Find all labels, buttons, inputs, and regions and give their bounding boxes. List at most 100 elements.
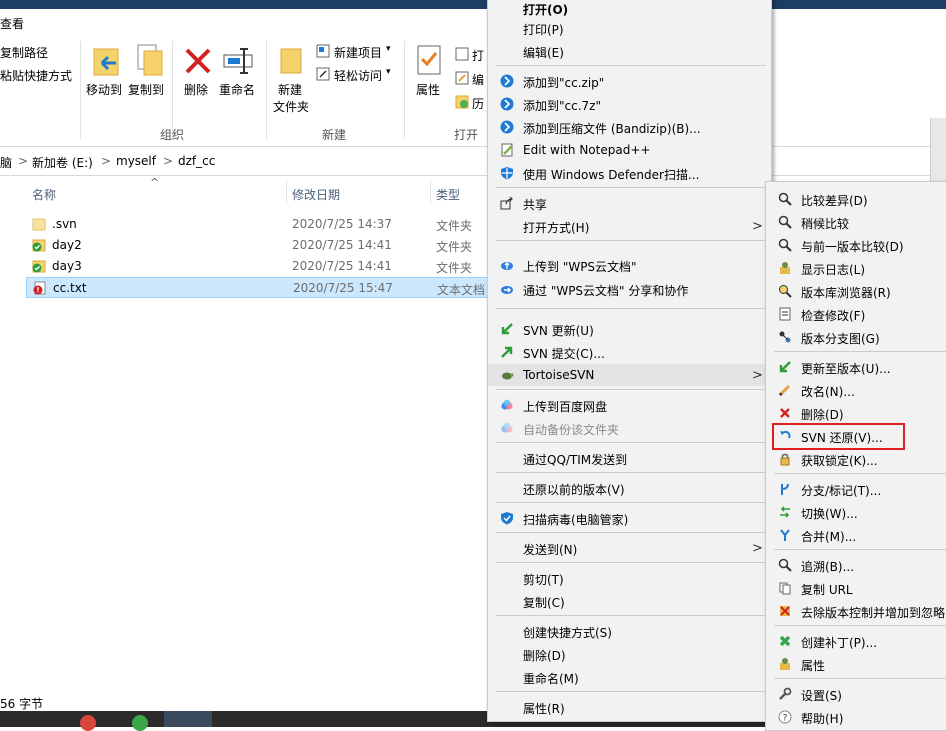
- copy-to-button[interactable]: 复制到: [128, 81, 164, 98]
- file-row-cc-txt[interactable]: cc.txt 2020/7/25 15:47 文本文档: [26, 277, 496, 298]
- menu-share-wps[interactable]: 通过 "WPS云文档" 分享和协作: [488, 278, 771, 300]
- svn-properties[interactable]: 属性: [766, 653, 946, 675]
- menu-upload-wps[interactable]: 上传到 "WPS云文档": [488, 254, 771, 276]
- svn-create-patch[interactable]: 创建补丁(P)...: [766, 630, 946, 652]
- svn-copy-url[interactable]: 复制 URL: [766, 577, 946, 599]
- properties-button[interactable]: 属性: [416, 81, 440, 98]
- new-folder-line1[interactable]: 新建: [278, 81, 302, 98]
- new-item-dropdown-icon[interactable]: ▾: [386, 44, 391, 54]
- menu-item-label: 通过 "WPS云文档" 分享和协作: [523, 284, 689, 298]
- menu-open-with[interactable]: 打开方式(H) >: [488, 215, 771, 237]
- column-header-name[interactable]: 名称: [32, 186, 56, 203]
- svn-diff[interactable]: 比较差异(D): [766, 188, 946, 210]
- menu-add-to-zip[interactable]: 添加到"cc.zip": [488, 70, 771, 92]
- tortoisesvn-submenu: 比较差异(D) 稍候比较 与前一版本比较(D) 显示日志(L) 版本库浏览器(R…: [765, 181, 946, 731]
- easy-access-button[interactable]: 轻松访问: [334, 67, 382, 84]
- history-button[interactable]: 历: [472, 95, 484, 112]
- new-folder-line2[interactable]: 文件夹: [273, 98, 309, 115]
- column-header-type[interactable]: 类型: [436, 186, 460, 203]
- menu-upload-baidu[interactable]: 上传到百度网盘: [488, 394, 771, 416]
- baidu-pan-icon: [501, 399, 513, 410]
- menu-item-label: SVN 提交(C)...: [523, 347, 605, 361]
- menu-item-label: 通过QQ/TIM发送到: [523, 453, 628, 467]
- column-header-date[interactable]: 修改日期: [292, 186, 340, 203]
- file-date: 2020/7/25 14:41: [292, 238, 392, 252]
- file-row-svn[interactable]: .svn 2020/7/25 14:37 文件夹: [26, 214, 496, 235]
- svn-rename[interactable]: 改名(N)...: [766, 379, 946, 401]
- svn-get-lock[interactable]: 获取锁定(K)...: [766, 448, 946, 470]
- svn-branch-tag[interactable]: 分支/标记(T)...: [766, 478, 946, 500]
- menu-copy[interactable]: 复制(C): [488, 590, 771, 612]
- menu-send-to[interactable]: 发送到(N) >: [488, 537, 771, 559]
- svn-show-log[interactable]: 显示日志(L): [766, 257, 946, 279]
- breadcrumb-myself[interactable]: myself: [116, 154, 156, 168]
- address-bar[interactable]: 脑 > 新加卷 (E:) > myself > dzf_cc: [0, 149, 946, 176]
- svn-diff-later[interactable]: 稍候比较: [766, 211, 946, 233]
- menu-tortoisesvn[interactable]: TortoiseSVN >: [488, 364, 771, 386]
- menu-svn-update[interactable]: SVN 更新(U): [488, 318, 771, 340]
- menu-properties[interactable]: 属性(R): [488, 696, 771, 718]
- menu-restore-previous[interactable]: 还原以前的版本(V): [488, 477, 771, 499]
- svn-delete[interactable]: 删除(D): [766, 402, 946, 424]
- breadcrumb-this-pc[interactable]: 脑: [0, 154, 12, 171]
- file-date: 2020/7/25 14:37: [292, 217, 392, 231]
- menu-auto-backup[interactable]: 自动备份该文件夹: [488, 417, 771, 439]
- menu-separator: [496, 240, 766, 241]
- rename-icon: [223, 48, 253, 74]
- new-item-button[interactable]: 新建项目: [334, 44, 382, 61]
- easy-access-dropdown-icon[interactable]: ▾: [386, 67, 391, 77]
- history-icon: [455, 95, 469, 109]
- menu-add-to-7z[interactable]: 添加到"cc.7z": [488, 93, 771, 115]
- menu-add-to-archive[interactable]: 添加到压缩文件 (Bandizip)(B)...: [488, 116, 771, 138]
- taskbar-app-icon[interactable]: [80, 715, 96, 731]
- branch-icon: [781, 483, 789, 495]
- svn-switch[interactable]: 切换(W)...: [766, 501, 946, 523]
- svn-check-modifications[interactable]: 检查修改(F): [766, 303, 946, 325]
- column-divider[interactable]: [430, 180, 431, 204]
- taskbar-active-app[interactable]: [164, 711, 212, 727]
- menu-edit[interactable]: 编辑(E): [488, 40, 771, 62]
- wps-cloud-icon: [501, 262, 513, 270]
- copy-path-button[interactable]: 复制路径: [0, 44, 48, 61]
- delete-button[interactable]: 删除: [184, 81, 208, 98]
- menu-cut[interactable]: 剪切(T): [488, 567, 771, 589]
- menu-scan-virus[interactable]: 扫描病毒(电脑管家): [488, 507, 771, 529]
- column-divider[interactable]: [286, 180, 287, 204]
- menu-item-label: 设置(S): [801, 689, 842, 703]
- menu-create-shortcut[interactable]: 创建快捷方式(S): [488, 620, 771, 642]
- menu-share[interactable]: 共享: [488, 192, 771, 214]
- svn-diff-previous[interactable]: 与前一版本比较(D): [766, 234, 946, 256]
- ribbon-separator: [404, 41, 405, 139]
- rename-button[interactable]: 重命名: [219, 81, 255, 98]
- open-button[interactable]: 打: [472, 47, 484, 64]
- ribbon-separator: [80, 41, 81, 139]
- breadcrumb-dzf-cc[interactable]: dzf_cc: [178, 154, 215, 168]
- file-row-day2[interactable]: day2 2020/7/25 14:41 文件夹: [26, 235, 496, 256]
- menu-delete[interactable]: 删除(D): [488, 643, 771, 665]
- svn-blame[interactable]: 追溯(B)...: [766, 554, 946, 576]
- menu-rename[interactable]: 重命名(M): [488, 666, 771, 688]
- menu-item-label: 添加到压缩文件 (Bandizip)(B)...: [523, 122, 701, 136]
- breadcrumb-drive[interactable]: 新加卷 (E:): [32, 154, 93, 171]
- menu-separator: [496, 615, 766, 616]
- move-to-button[interactable]: 移动到: [86, 81, 122, 98]
- menu-send-qq[interactable]: 通过QQ/TIM发送到: [488, 447, 771, 469]
- svn-unversion-ignore[interactable]: 去除版本控制并增加到忽略: [766, 600, 946, 622]
- svn-revision-graph[interactable]: 版本分支图(G): [766, 326, 946, 348]
- paste-shortcut-button[interactable]: 粘贴快捷方式: [0, 67, 72, 84]
- menu-print[interactable]: 打印(P): [488, 17, 771, 39]
- notepadpp-icon: [501, 143, 513, 157]
- edit-button[interactable]: 编: [472, 71, 484, 88]
- svn-merge[interactable]: 合并(M)...: [766, 524, 946, 546]
- svn-update-to-revision[interactable]: 更新至版本(U)...: [766, 356, 946, 378]
- menu-defender-scan[interactable]: 使用 Windows Defender扫描...: [488, 162, 771, 184]
- menu-edit-notepadpp[interactable]: Edit with Notepad++: [488, 139, 771, 161]
- svn-settings[interactable]: 设置(S): [766, 683, 946, 705]
- svn-help[interactable]: ? 帮助(H): [766, 706, 946, 728]
- taskbar-app-icon[interactable]: [132, 715, 148, 731]
- tab-view[interactable]: 查看: [0, 15, 24, 32]
- patch-icon: [779, 635, 791, 647]
- svn-repo-browser[interactable]: 版本库浏览器(R): [766, 280, 946, 302]
- menu-svn-commit[interactable]: SVN 提交(C)...: [488, 341, 771, 363]
- file-row-day3[interactable]: day3 2020/7/25 14:41 文件夹: [26, 256, 496, 277]
